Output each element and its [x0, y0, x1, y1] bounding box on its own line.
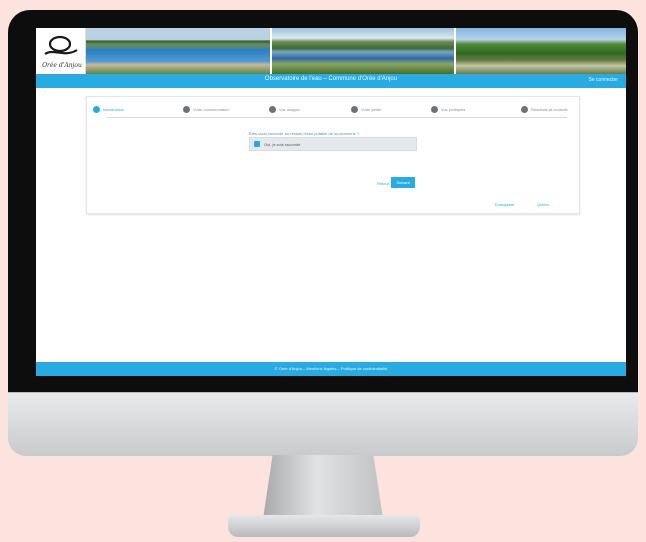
answer-option[interactable]: Oui, je suis raccordé [249, 137, 417, 151]
header-banner: Orée d'Anjou [36, 28, 626, 74]
checkbox-icon[interactable] [254, 141, 260, 147]
footer-text: © Orée d'Anjou – Mentions légales – Poli… [274, 366, 388, 371]
quit-link[interactable]: Quitter [537, 202, 549, 207]
logo-swirl-icon [44, 35, 78, 55]
step-dot [269, 106, 276, 113]
step-progress: Introduction Votre consommation Vos usag… [93, 105, 575, 118]
step-label: Votre consommation [193, 107, 230, 112]
banner-photo-trees [456, 28, 626, 74]
step-track-line [107, 117, 567, 118]
next-button[interactable]: Suivant [391, 177, 415, 188]
monitor-stand-neck [263, 455, 383, 519]
step-dot [351, 106, 358, 113]
top-navbar: Observatoire de l'eau – Commune d'Orée d… [36, 74, 626, 88]
footer-bar: © Orée d'Anjou – Mentions légales – Poli… [36, 362, 626, 376]
question-label: Êtes-vous raccordé au réseau d'eau potab… [249, 131, 360, 136]
step-label: Introduction [103, 107, 124, 112]
step-label: Vos pratiques [441, 107, 466, 112]
step-label: Vos usages [279, 107, 300, 112]
step-label: Votre jardin [361, 107, 382, 112]
login-link[interactable]: Se connecter [589, 77, 618, 83]
monitor-stand-foot [228, 515, 420, 537]
step-dot [183, 106, 190, 113]
screen: Orée d'Anjou Observatoire de l'eau – Com… [36, 28, 626, 376]
step-dot [431, 106, 438, 113]
banner-photo-valley [272, 28, 454, 74]
site-logo[interactable]: Orée d'Anjou [36, 28, 86, 74]
save-link[interactable]: Enregistrer [495, 202, 515, 207]
logo-text: Orée d'Anjou [42, 62, 82, 69]
step-dot [521, 106, 528, 113]
step-label: Résultats et conseils [531, 107, 568, 112]
questionnaire-card: Introduction Votre consommation Vos usag… [86, 96, 580, 214]
step-dot [93, 106, 100, 113]
monitor-chin [8, 392, 638, 456]
answer-text: Oui, je suis raccordé [264, 142, 301, 147]
previous-button[interactable]: Retour [377, 181, 389, 186]
banner-photo-river [86, 28, 270, 74]
page-title: Observatoire de l'eau – Commune d'Orée d… [264, 76, 398, 82]
